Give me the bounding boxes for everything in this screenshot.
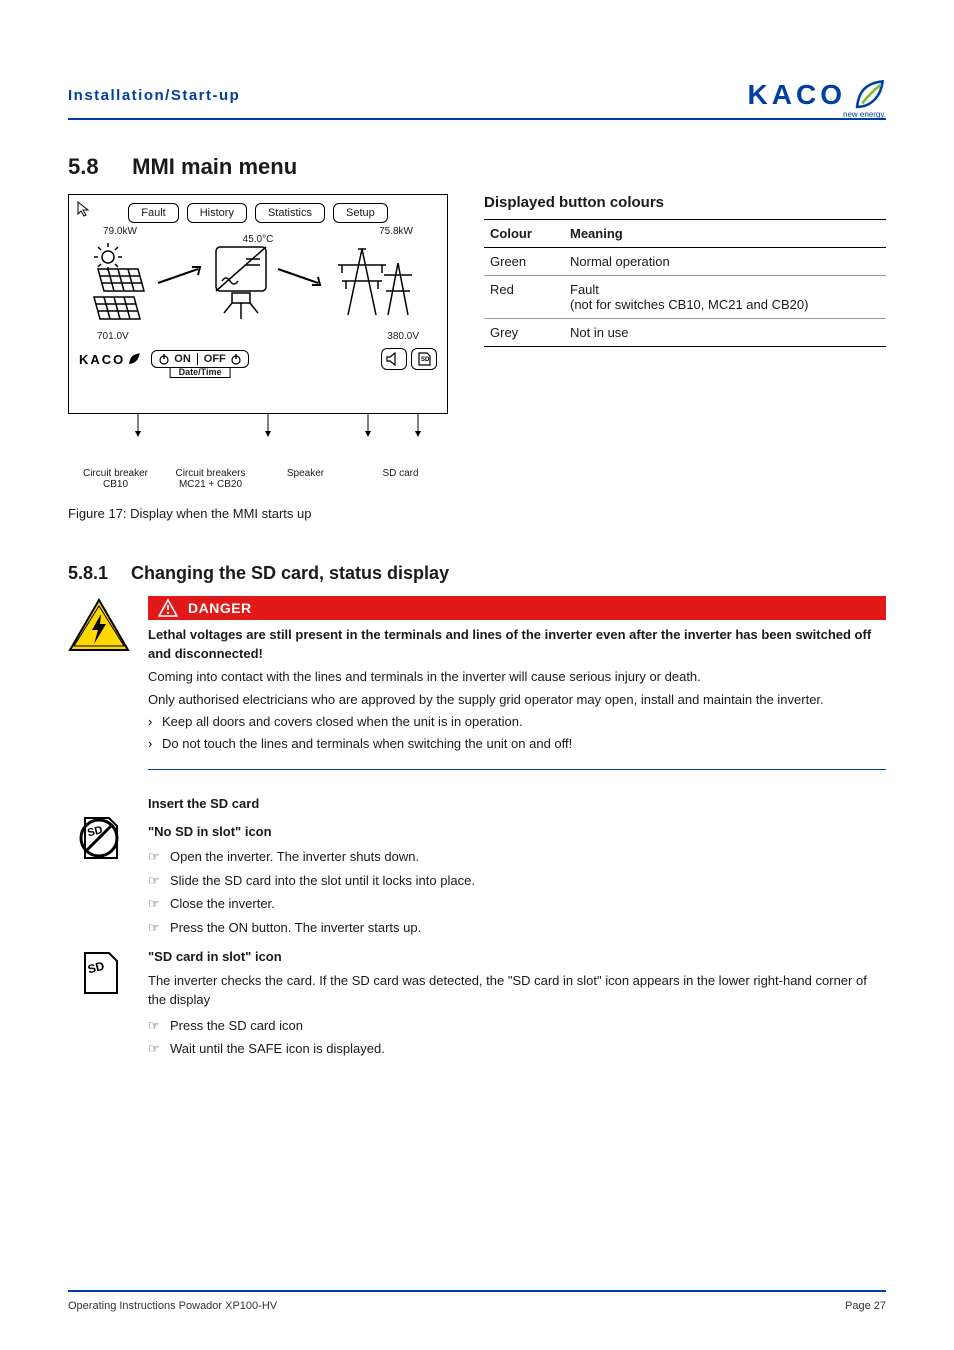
list-item: Open the inverter. The inverter shuts do… <box>170 847 886 867</box>
v-left: 701.0V <box>97 331 129 342</box>
kw-right: 75.8kW <box>379 226 413 237</box>
figure-caption: Figure 17: Display when the MMI starts u… <box>68 506 448 521</box>
list-item: Wait until the SAFE icon is displayed. <box>170 1039 886 1059</box>
logo-text: KACO <box>748 79 846 111</box>
list-item: Slide the SD card into the slot until it… <box>170 871 886 891</box>
footer-left: Operating Instructions Powador XP100-HV <box>68 1300 277 1312</box>
sd-in-slot-text: The inverter checks the card. If the SD … <box>148 971 886 1010</box>
no-sd-in-slot-icon: SD <box>73 812 125 864</box>
table-row: Green Normal operation <box>484 248 886 276</box>
colours-heading: Displayed button colours <box>484 194 886 211</box>
subsection-title: Changing the SD card, status display <box>131 563 449 583</box>
callout-mc21-cb20: Circuit breakers MC21 + CB20 <box>163 468 258 490</box>
off-label: OFF <box>204 353 226 365</box>
tab-statistics[interactable]: Statistics <box>255 203 325 223</box>
tab-history[interactable]: History <box>187 203 247 223</box>
power-icon <box>230 353 242 365</box>
table-row: Red Fault (not for switches CB10, MC21 a… <box>484 276 886 319</box>
electrical-hazard-icon <box>68 596 130 659</box>
insert-sd-heading: Insert the SD card <box>148 794 886 814</box>
power-flow-diagram-icon <box>88 239 428 325</box>
danger-p2: Only authorised electricians who are app… <box>148 691 886 710</box>
section-number: 5.8 <box>68 154 126 180</box>
danger-p1: Coming into contact with the lines and t… <box>148 668 886 687</box>
mini-logo: KACO <box>79 352 141 367</box>
leaf-icon <box>127 352 141 366</box>
callout-cb10: Circuit breaker CB10 <box>68 468 163 490</box>
list-item: Close the inverter. <box>170 894 886 914</box>
footer-right: Page 27 <box>845 1300 886 1312</box>
warning-triangle-icon <box>158 599 178 617</box>
v-right: 380.0V <box>387 331 419 342</box>
on-label: ON <box>174 353 191 365</box>
sd-in-slot-icon: SD <box>73 947 125 999</box>
brand-logo: KACO <box>748 78 886 112</box>
power-icon <box>158 353 170 365</box>
subsection-heading: 5.8.1 Changing the SD card, status displ… <box>68 563 886 584</box>
callout-sd: SD card <box>353 468 448 490</box>
speaker-icon <box>386 352 402 366</box>
sd-card-icon: SD <box>416 352 432 366</box>
th-meaning: Meaning <box>564 220 886 248</box>
tab-fault[interactable]: Fault <box>128 203 178 223</box>
section-heading: 5.8 MMI main menu <box>68 154 886 180</box>
list-item: Press the ON button. The inverter starts… <box>170 918 886 938</box>
on-off-switch[interactable]: ON OFF Date/Time <box>151 350 249 368</box>
danger-bullet: Do not touch the lines and terminals whe… <box>162 735 886 754</box>
sd-card-button[interactable]: SD <box>411 348 437 370</box>
temp-value: 45.0°C <box>243 234 274 245</box>
callout-speaker: Speaker <box>258 468 353 490</box>
danger-banner: DANGER <box>148 596 886 620</box>
table-row: Grey Not in use <box>484 319 886 347</box>
danger-lead: Lethal voltages are still present in the… <box>148 626 886 664</box>
th-colour: Colour <box>484 220 564 248</box>
logo-subtitle: new energy. <box>843 110 886 119</box>
date-time-label: Date/Time <box>170 367 231 378</box>
cursor-icon <box>77 201 91 222</box>
sd-in-slot-heading: "SD card in slot" icon <box>148 947 886 967</box>
tab-setup[interactable]: Setup <box>333 203 388 223</box>
speaker-button[interactable] <box>381 348 407 370</box>
subsection-number: 5.8.1 <box>68 563 126 584</box>
danger-label: DANGER <box>188 600 252 616</box>
callout-arrows-icon <box>68 414 448 440</box>
list-item: Press the SD card icon <box>170 1016 886 1036</box>
header-section-title: Installation/Start-up <box>68 87 240 104</box>
mmi-diagram: Fault History Statistics Setup 79.0kW 45… <box>68 194 448 521</box>
section-title: MMI main menu <box>132 154 297 179</box>
danger-bullet: Keep all doors and covers closed when th… <box>162 713 886 732</box>
kw-left: 79.0kW <box>103 226 137 237</box>
svg-text:SD: SD <box>86 959 106 977</box>
svg-text:SD: SD <box>421 357 430 363</box>
colours-table: Colour Meaning Green Normal operation Re… <box>484 219 886 347</box>
leaf-icon <box>852 78 886 112</box>
no-sd-heading: "No SD in slot" icon <box>148 822 886 842</box>
footer-rule <box>68 1290 886 1292</box>
